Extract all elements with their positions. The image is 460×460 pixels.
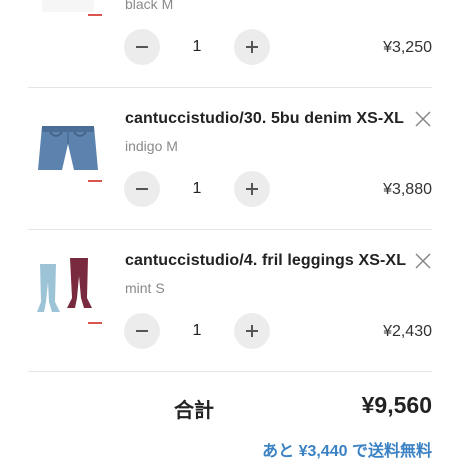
denim-shorts-thumbnail[interactable] <box>28 104 108 184</box>
item-title[interactable]: cantuccistudio/4. fril leggings XS-XL <box>125 252 406 270</box>
close-icon <box>415 111 431 127</box>
remove-item-button[interactable] <box>414 252 432 270</box>
quantity-value: 1 <box>192 322 202 339</box>
decrease-quantity-button[interactable] <box>124 171 160 207</box>
plus-icon <box>246 325 258 337</box>
close-icon <box>415 253 431 269</box>
leggings-thumbnail[interactable] <box>28 246 108 326</box>
divider <box>28 87 432 88</box>
minus-icon <box>136 188 148 190</box>
quantity-value: 1 <box>192 38 202 55</box>
divider <box>28 371 432 372</box>
free-shipping-note: あと ¥3,440 で送料無料 <box>262 443 432 460</box>
total-value: ¥9,560 <box>361 392 432 418</box>
item-variant: indigo M <box>125 138 178 154</box>
remove-item-button[interactable] <box>414 110 432 128</box>
item-title[interactable]: cantuccistudio/30. 5bu denim XS-XL <box>125 110 404 128</box>
decrease-quantity-button[interactable] <box>124 29 160 65</box>
plus-icon <box>246 183 258 195</box>
decrease-quantity-button[interactable] <box>124 313 160 349</box>
product-thumbnail[interactable] <box>28 0 108 16</box>
increase-quantity-button[interactable] <box>234 171 270 207</box>
total-label: 合計 <box>174 400 214 422</box>
plus-icon <box>246 41 258 53</box>
item-variant: mint S <box>125 280 165 296</box>
item-price: ¥3,250 <box>383 39 432 56</box>
increase-quantity-button[interactable] <box>234 313 270 349</box>
minus-icon <box>136 46 148 48</box>
item-price: ¥3,880 <box>383 181 432 198</box>
item-price: ¥2,430 <box>383 323 432 340</box>
item-variant: black M <box>125 0 174 12</box>
increase-quantity-button[interactable] <box>234 29 270 65</box>
divider <box>28 229 432 230</box>
minus-icon <box>136 330 148 332</box>
quantity-value: 1 <box>192 180 202 197</box>
